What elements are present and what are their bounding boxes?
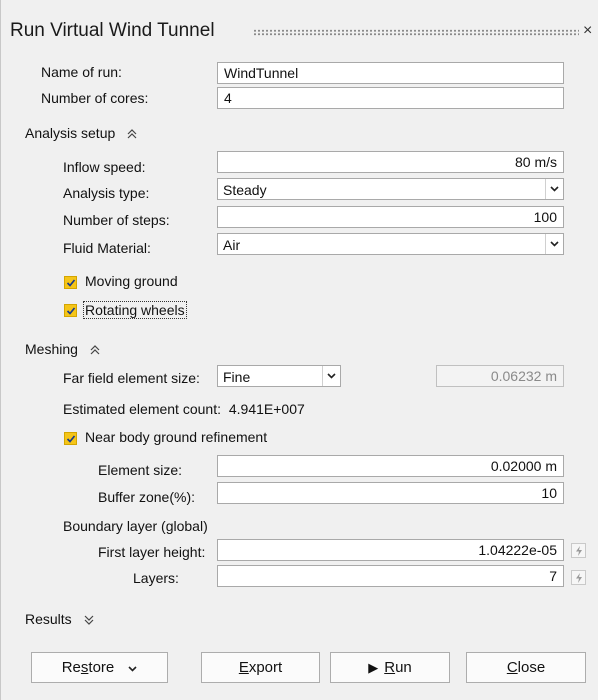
layers-input[interactable] [217, 565, 564, 587]
close-label-b: lose [517, 659, 546, 676]
close-label-a: C [506, 659, 518, 676]
analysis-setup-title: Analysis setup [25, 125, 116, 141]
near-body-refinement-checkbox[interactable] [64, 432, 77, 445]
number-of-steps-input[interactable] [217, 206, 564, 228]
double-chevron-up-icon[interactable] [90, 342, 100, 358]
element-size-input[interactable] [217, 455, 564, 477]
estimated-element-count-label: Estimated element count: [63, 401, 221, 417]
boundary-layer-header: Boundary layer (global) [63, 518, 208, 534]
chevron-down-icon[interactable] [545, 179, 563, 199]
lightning-icon[interactable] [571, 543, 586, 558]
restore-label-c: tore [88, 659, 115, 676]
first-layer-height-label: First layer height: [98, 544, 206, 560]
buffer-zone-label: Buffer zone(%): [98, 489, 196, 505]
far-field-size-readout [436, 365, 564, 387]
fluid-material-label: Fluid Material: [63, 240, 151, 256]
far-field-element-size-select[interactable]: Fine [217, 365, 341, 387]
run-label-a: R [384, 659, 396, 676]
meshing-title: Meshing [25, 341, 78, 357]
first-layer-height-input[interactable] [217, 539, 564, 561]
results-title: Results [25, 611, 72, 627]
number-of-steps-label: Number of steps: [63, 212, 170, 228]
near-body-refinement-label[interactable]: Near body ground refinement [85, 429, 267, 445]
fluid-material-select[interactable]: Air [217, 233, 564, 255]
buffer-zone-input[interactable] [217, 482, 564, 504]
chevron-down-icon[interactable] [128, 659, 137, 676]
run-name-label: Name of run: [41, 64, 122, 80]
dialog-title: Run Virtual Wind Tunnel [10, 20, 215, 41]
far-field-element-size-label: Far field element size: [63, 370, 200, 386]
results-header[interactable]: Results [25, 611, 94, 628]
analysis-type-label: Analysis type: [63, 185, 150, 201]
chevron-down-icon[interactable] [545, 234, 563, 254]
analysis-setup-header[interactable]: Analysis setup [25, 125, 137, 142]
far-field-element-size-value: Fine [223, 369, 251, 385]
rotating-wheels-checkbox[interactable] [64, 304, 77, 317]
wind-tunnel-dialog: Run Virtual Wind Tunnel × Name of run: N… [0, 0, 598, 700]
export-label-a: E [238, 659, 249, 676]
restore-button[interactable]: Re s tore [31, 652, 168, 683]
cores-label: Number of cores: [41, 90, 149, 106]
analysis-type-value: Steady [223, 182, 267, 198]
element-size-label: Element size: [98, 462, 183, 478]
layers-label: Layers: [133, 570, 179, 586]
rotating-wheels-label[interactable]: Rotating wheels [83, 301, 187, 319]
estimated-element-count-value: 4.941E+007 [228, 401, 305, 417]
analysis-type-select[interactable]: Steady [217, 178, 564, 200]
play-icon: ▶ [368, 659, 379, 675]
run-name-input[interactable] [217, 62, 564, 84]
cores-input[interactable] [217, 87, 564, 109]
fluid-material-value: Air [223, 237, 241, 253]
double-chevron-up-icon[interactable] [127, 126, 137, 142]
run-button[interactable]: ▶ Run [330, 652, 450, 683]
title-drag-handle[interactable] [253, 29, 579, 36]
meshing-header[interactable]: Meshing [25, 341, 100, 358]
lightning-icon[interactable] [571, 570, 586, 585]
close-button[interactable]: Close [466, 652, 586, 683]
inflow-speed-label: Inflow speed: [63, 159, 146, 175]
chevron-down-icon[interactable] [322, 366, 340, 386]
export-label-b: xport [248, 659, 283, 676]
double-chevron-down-icon[interactable] [84, 612, 94, 628]
inflow-speed-input[interactable] [217, 151, 564, 173]
export-button[interactable]: Export [201, 652, 320, 683]
estimated-count-row: Estimated element count: 4.941E+007 [63, 401, 305, 417]
restore-label-a: Re [61, 659, 81, 676]
restore-label-b: s [80, 659, 89, 676]
run-label-b: un [395, 659, 412, 676]
close-icon[interactable]: × [583, 22, 592, 40]
moving-ground-checkbox[interactable] [64, 276, 77, 289]
moving-ground-label[interactable]: Moving ground [85, 273, 178, 289]
